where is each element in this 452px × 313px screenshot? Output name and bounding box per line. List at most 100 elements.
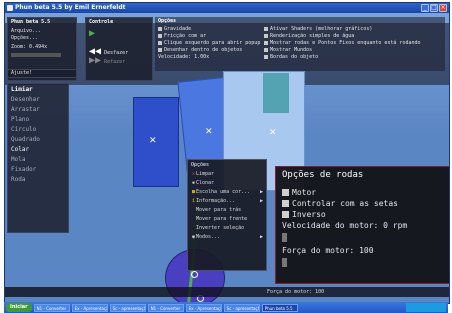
wheel-options-panel: Opções de rodas Motor Controlar com as s… <box>275 166 449 284</box>
menu-item-cor[interactable]: ■Escolha uma cor... ▶ <box>191 188 263 197</box>
option-show-wheels[interactable]: Mostrar rodas e Pontos Fixos enquanto es… <box>264 40 434 47</box>
tool-circle[interactable]: Círculo <box>11 125 65 135</box>
tool-square[interactable]: Quadrado <box>11 135 65 145</box>
option-object-borders[interactable]: Bordas do objeto <box>264 54 434 61</box>
checkbox-label: Motor <box>292 188 317 197</box>
checkbox-icon <box>264 33 268 38</box>
option-shaders[interactable]: Ativar Shaders (melhorar gráficos) <box>264 26 434 33</box>
tool-plane[interactable]: Plano <box>11 115 65 125</box>
option-label: Renderização simples de água <box>270 33 355 39</box>
menu-item-label: Limpar <box>196 171 215 177</box>
menu-item-opcoes[interactable]: Opções... <box>11 35 73 42</box>
menu-item-inverter[interactable]: Inverter seleção <box>191 224 263 233</box>
adjust-bar[interactable]: Ajuste! <box>7 69 77 78</box>
tools-panel: Limiar Desenhar Arrastar Plano Círculo Q… <box>7 83 69 233</box>
glue-mark-icon: ✕ <box>269 128 277 138</box>
checkbox-icon <box>282 189 289 196</box>
option-label: Mostrar Mundos <box>270 47 313 53</box>
submenu-arrow-icon: ▶ <box>259 189 263 195</box>
app-window: Phun beta 5.5 by Emil Ernerfeldt _ □ × P… <box>4 2 450 304</box>
checkbox-reverse[interactable]: Inverso <box>282 209 446 220</box>
motor-force-label: Força do motor: 100 <box>282 246 374 255</box>
checkbox-icon <box>282 200 289 207</box>
forward-icon: ▶▶ <box>89 55 102 66</box>
zoom-slider[interactable] <box>11 53 61 57</box>
option-draw-inside[interactable]: Desenhar dentro de objetos <box>158 47 258 54</box>
maximize-button[interactable]: □ <box>430 4 438 12</box>
taskbar-item[interactable]: Ex - Apresentação <box>71 303 108 312</box>
option-label: Clique esquerdo para abrir popup <box>164 40 261 46</box>
menu-item-mover-frente[interactable]: Mover para frente <box>191 215 263 224</box>
close-button[interactable]: × <box>439 4 447 12</box>
controls-title: Controle <box>89 19 114 25</box>
submenu-arrow-icon: ▶ <box>259 198 263 204</box>
menu-item-label: Escolha uma cor... <box>196 189 251 195</box>
options-title: Opções <box>158 18 177 24</box>
glue-mark-icon: ✕ <box>205 127 213 137</box>
taskbar-item-active[interactable]: Phun beta 5.5 <box>261 303 298 312</box>
app-icon <box>7 5 13 11</box>
redo-button[interactable]: ▶▶ Refazer <box>89 55 149 66</box>
window-title: Phun beta 5.5 by Emil Ernerfeldt <box>15 4 126 11</box>
option-left-click-popup[interactable]: Clique esquerdo para abrir popup <box>158 40 261 47</box>
menu-item-label: Informação... <box>196 198 236 204</box>
water-accent <box>263 73 289 113</box>
option-label: Gravidade <box>164 26 192 32</box>
taskbar-item[interactable]: N1 - Converter <box>147 303 184 312</box>
context-menu: Opções ✕Limpar ▪Clonar ■Escolha uma cor.… <box>187 159 267 271</box>
taskbar-item[interactable]: Sc - apresentação <box>109 303 146 312</box>
checkbox-arrow-control[interactable]: Controlar com as setas <box>282 198 446 209</box>
options-panel: Opções Gravidade Fricção com ar Clique e… <box>155 17 445 71</box>
axle-pin-icon <box>191 271 198 278</box>
undo-label: Desfazer <box>104 50 129 56</box>
option-simple-water[interactable]: Renderização simples de água <box>264 33 434 40</box>
motor-speed-slider[interactable] <box>282 233 287 242</box>
tool-fixate[interactable]: Fixador <box>11 165 65 175</box>
start-button[interactable]: Iniciar <box>6 303 32 312</box>
tool-draw[interactable]: Desenhar <box>11 95 65 105</box>
option-air-friction[interactable]: Fricção com ar <box>158 33 258 40</box>
title-bar: Phun beta 5.5 by Emil Ernerfeldt _ □ × <box>5 3 449 13</box>
status-text: Força do motor: 100 <box>267 289 325 295</box>
menu-item-label: Clonar <box>196 180 215 186</box>
taskbar-item[interactable]: N1 - Converter <box>33 303 70 312</box>
option-label: Desenhar dentro de objetos <box>164 47 243 53</box>
motor-force-slider[interactable] <box>282 258 287 267</box>
menu-item-label: Modos... <box>196 234 221 240</box>
tool-glue[interactable]: Colar <box>11 145 65 155</box>
option-gravity[interactable]: Gravidade <box>158 26 258 33</box>
menu-item-label: Inverter seleção <box>196 225 245 231</box>
checkbox-icon <box>264 26 268 31</box>
canvas[interactable]: Phun beta 5.5 Arquivo... Opções... Zoom:… <box>5 13 449 303</box>
tools-title: Limiar <box>11 86 33 93</box>
motor-speed-label: Velocidade do motor: 0 rpm <box>282 221 408 230</box>
tool-wheel[interactable]: Roda <box>11 175 65 185</box>
checkbox-icon <box>158 26 162 31</box>
checkbox-icon <box>158 40 162 45</box>
minimize-button[interactable]: _ <box>421 4 429 12</box>
play-icon[interactable]: ▶ <box>89 28 149 40</box>
checkbox-icon <box>264 40 268 45</box>
checkbox-label: Inverso <box>292 210 326 219</box>
system-tray[interactable] <box>406 303 446 312</box>
menu-item-modos[interactable]: ◉Modos... ▶ <box>191 233 263 242</box>
menu-item-arquivo[interactable]: Arquivo... <box>11 28 73 35</box>
controls-panel: Controle ▶ ◀◀ Desfazer ▶▶ Refazer <box>85 17 153 81</box>
taskbar-item[interactable]: Ex - Apresentação <box>185 303 222 312</box>
taskbar-item[interactable]: Sc - apresentação <box>223 303 260 312</box>
checkbox-icon <box>264 47 268 52</box>
menu-item-limpar[interactable]: ✕Limpar <box>191 170 263 179</box>
tool-spring[interactable]: Mola <box>11 155 65 165</box>
checkbox-motor[interactable]: Motor <box>282 187 446 198</box>
glue-mark-icon: ✕ <box>149 136 157 146</box>
main-menu-title: Phun beta 5.5 <box>11 19 51 25</box>
menu-item-mover-tras[interactable]: Mover para trás <box>191 206 263 215</box>
checkbox-icon <box>264 54 268 59</box>
wheel-options-title: Opções de rodas <box>282 170 364 180</box>
menu-item-informacao[interactable]: iInformação... ▶ <box>191 197 263 206</box>
tool-drag[interactable]: Arrastar <box>11 105 65 115</box>
option-show-worlds[interactable]: Mostrar Mundos <box>264 47 434 54</box>
menu-item-clonar[interactable]: ▪Clonar <box>191 179 263 188</box>
taskbar: Iniciar N1 - Converter Ex - Apresentação… <box>4 302 448 313</box>
option-label: Bordas do objeto <box>270 54 319 60</box>
